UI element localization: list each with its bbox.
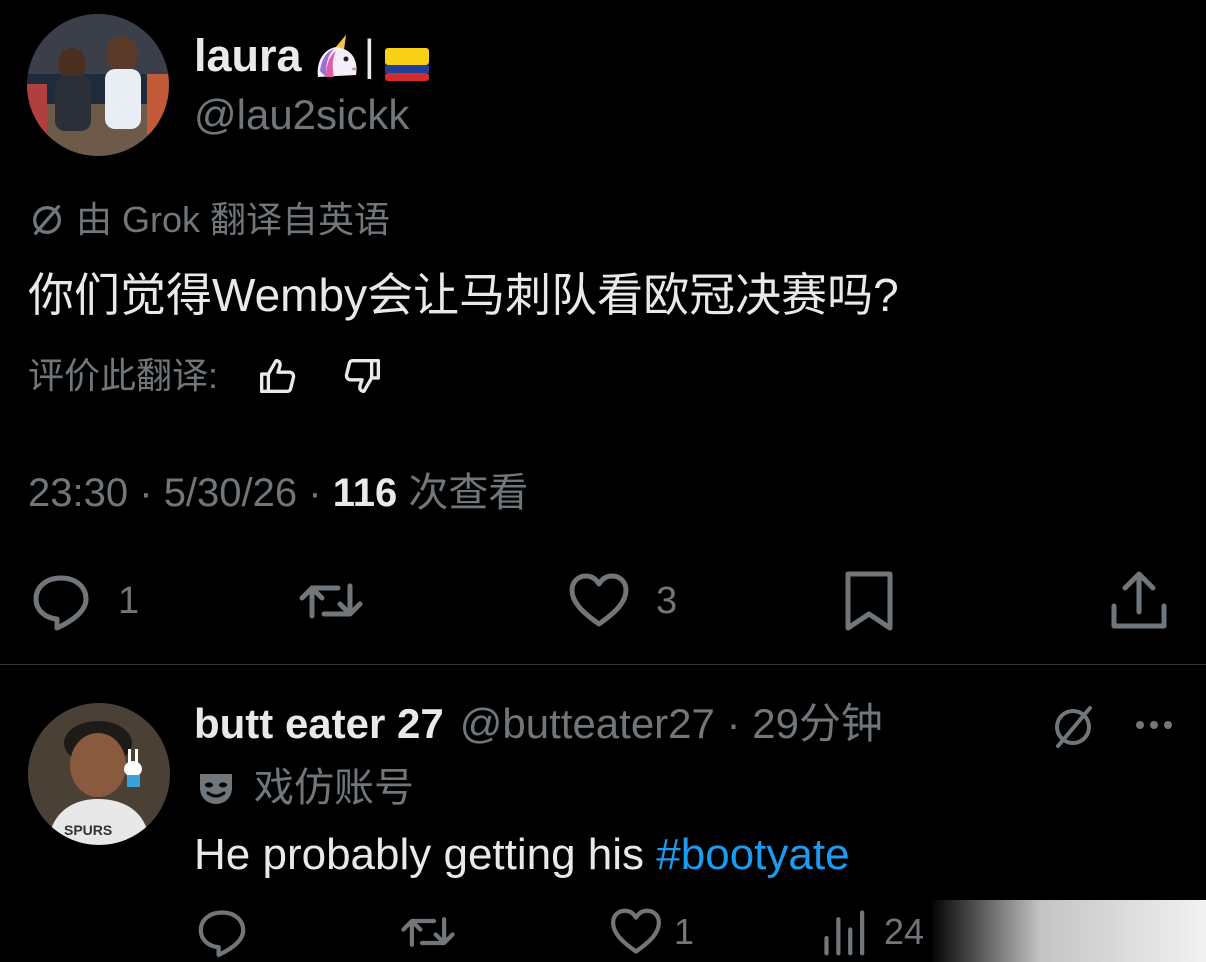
rate-translation-label: 评价此翻译: — [28, 355, 219, 396]
like-count: 3 — [656, 579, 678, 622]
views-button[interactable]: 24 — [818, 904, 924, 960]
parody-label: 戏仿账号 — [254, 766, 414, 810]
reply-text: He probably getting his #bootyate — [194, 826, 850, 884]
reply-handle-time[interactable]: @butteater27 · 29分钟 — [460, 698, 883, 750]
watermark-overlay — [930, 900, 1206, 962]
retweet-icon — [401, 917, 455, 947]
display-name[interactable]: laura | — [194, 30, 429, 82]
reply-button[interactable] — [194, 904, 250, 960]
translated-by-grok: 由 Grok 翻译自英语 — [28, 196, 390, 244]
reply-button[interactable]: 1 — [28, 568, 139, 634]
tweet-time[interactable]: 23:30 — [28, 471, 128, 515]
bookmark-button[interactable] — [836, 568, 902, 634]
share-icon — [1111, 571, 1167, 629]
reply-display-name[interactable]: butt eater 27 — [194, 698, 444, 750]
tweet-meta: 23:30 · 5/30/26 · 116 次查看 — [28, 466, 528, 520]
tweet-action-bar: 1 3 — [0, 568, 1206, 638]
reply-avatar-image: SPURS — [28, 703, 170, 845]
colombia-flag-emoji — [385, 40, 429, 81]
rate-translation: 评价此翻译: — [28, 352, 386, 400]
divider — [0, 664, 1206, 665]
like-count: 1 — [674, 911, 695, 952]
like-button[interactable]: 3 — [566, 568, 677, 634]
avatar[interactable] — [27, 14, 169, 156]
retweet-icon — [299, 583, 363, 619]
unicorn-emoji — [310, 31, 362, 81]
reply-icon — [33, 575, 89, 631]
views-count: 24 — [884, 911, 925, 952]
retweet-button[interactable] — [298, 568, 364, 634]
parody-account-label: 戏仿账号 — [196, 762, 414, 814]
grok-icon — [32, 205, 62, 235]
tweet-date[interactable]: 5/30/26 — [164, 471, 297, 515]
translated-by-label: 由 Grok 翻译自英语 — [76, 199, 391, 240]
share-button[interactable] — [1106, 568, 1172, 634]
reply-header: butt eater 27 @butteater27 · 29分钟 — [194, 698, 883, 750]
parody-mask-icon — [200, 774, 232, 804]
reply-avatar[interactable]: SPURS — [28, 703, 170, 845]
grok-icon[interactable] — [1046, 700, 1100, 754]
retweet-button[interactable] — [400, 904, 456, 960]
like-button[interactable]: 1 — [608, 904, 694, 960]
dot-separator: · — [308, 471, 322, 515]
bookmark-icon — [845, 571, 893, 631]
thumbs-up-icon[interactable] — [254, 353, 300, 399]
svg-text:SPURS: SPURS — [64, 822, 112, 838]
hashtag-link[interactable]: #bootyate — [656, 830, 849, 879]
display-name-text: laura — [194, 30, 302, 81]
name-separator: | — [363, 31, 375, 80]
reply-icon — [198, 910, 246, 958]
like-icon — [610, 908, 662, 954]
thumbs-down-icon[interactable] — [340, 353, 386, 399]
reply-text-body: He probably getting his — [194, 830, 657, 879]
views-count: 116 — [332, 471, 398, 515]
reply-count: 1 — [118, 579, 140, 622]
tweet-detail-page: laura | @lau2sickk 由 Grok 翻译自英语 你们觉得Wemb… — [0, 0, 1206, 962]
avatar-image — [27, 14, 169, 156]
views-icon — [824, 910, 865, 956]
like-icon — [569, 573, 629, 627]
user-handle[interactable]: @lau2sickk — [194, 90, 409, 140]
more-options-icon[interactable] — [1126, 700, 1182, 750]
views-label: 次查看 — [408, 471, 529, 515]
tweet-text: 你们觉得Wemby会让马刺队看欧冠决赛吗? — [28, 269, 899, 321]
dot-separator: · — [139, 471, 153, 515]
